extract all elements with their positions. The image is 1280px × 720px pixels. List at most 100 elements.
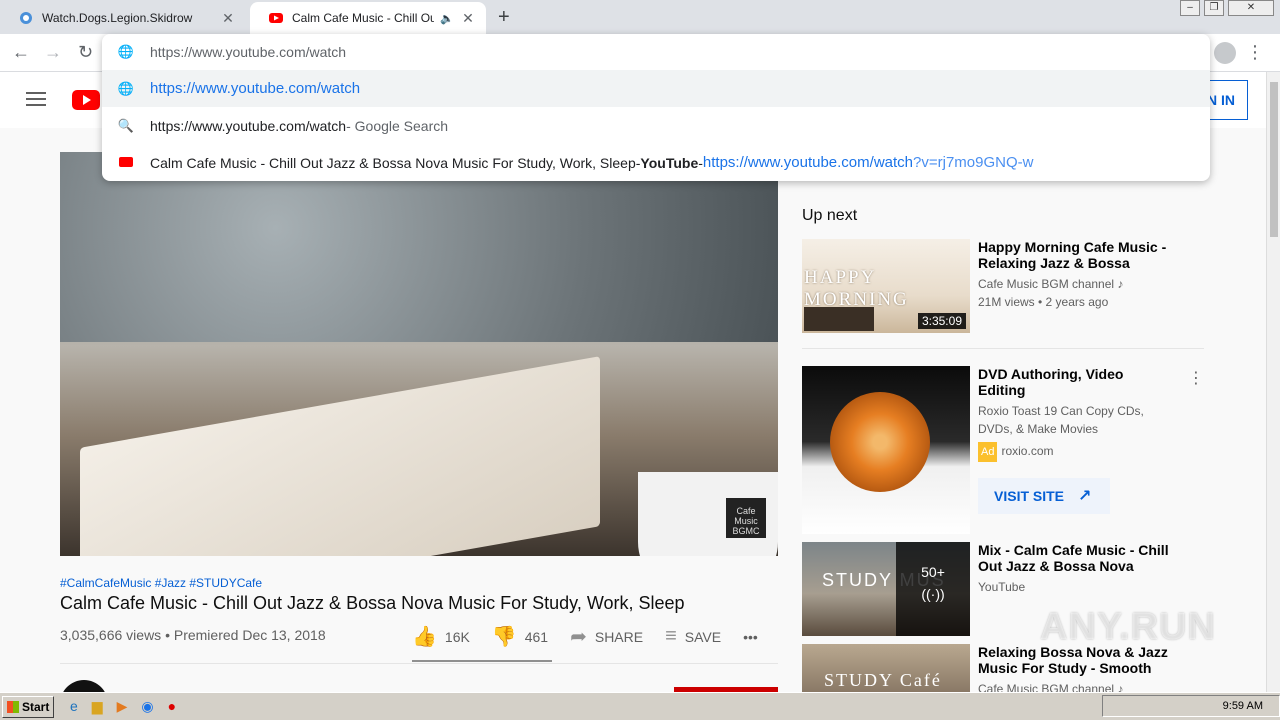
- recommendation-item[interactable]: HAPPY MORNING 3:35:09 Happy Morning Cafe…: [802, 239, 1174, 333]
- forward-button[interactable]: →: [44, 42, 62, 63]
- share-icon: ➦: [570, 626, 587, 648]
- suggestion-url-tail: ?v=rj7mo9GNQ-w: [913, 154, 1034, 171]
- suggestion-url: https://www.youtube.com/watch: [702, 154, 914, 171]
- chrome-icon[interactable]: ◉: [141, 698, 153, 715]
- ad-thumbnail[interactable]: [802, 366, 970, 534]
- ad-item[interactable]: DVD Authoring, Video Editing Roxio Toast…: [802, 366, 1174, 534]
- new-tab-button[interactable]: +: [498, 6, 510, 29]
- playlist-add-icon: ≡: [665, 625, 677, 647]
- suggestion-text: Calm Cafe Music - Chill Out Jazz & Bossa…: [150, 154, 636, 171]
- windows-logo-icon: [7, 700, 19, 713]
- quick-launch: e ▆ ▶ ◉ ●: [70, 698, 176, 715]
- search-icon: 🔍: [117, 117, 135, 133]
- stop-icon[interactable]: ●: [168, 698, 176, 715]
- more-icon: •••: [743, 628, 758, 645]
- ad-description: Roxio Toast 19 Can Copy CDs, DVDs, & Mak…: [978, 404, 1144, 436]
- suggestion-site: YouTube: [640, 154, 699, 171]
- save-button[interactable]: ≡ SAVE: [665, 625, 721, 648]
- folder-icon[interactable]: ▆: [92, 698, 103, 715]
- back-button[interactable]: ←: [12, 42, 30, 63]
- video-hashtags[interactable]: #CalmCafeMusic #Jazz #STUDYCafe: [60, 576, 262, 590]
- share-button[interactable]: ➦ SHARE: [570, 624, 643, 649]
- more-actions-button[interactable]: •••: [743, 629, 758, 645]
- like-count: 16K: [444, 628, 470, 645]
- ie-icon[interactable]: e: [70, 698, 78, 715]
- save-label: SAVE: [684, 628, 722, 645]
- video-actions: 👍 16K 👎 461 ➦ SHARE ≡ SAVE •••: [412, 624, 780, 649]
- suggestion-search[interactable]: 🔍 https://www.youtube.com/watch - Google…: [102, 107, 1210, 144]
- start-label: Start: [22, 699, 50, 714]
- recommendation-info: Happy Morning Cafe Music - Relaxing Jazz…: [978, 239, 1174, 333]
- thumbnail-text: STUDY Café: [824, 670, 942, 690]
- start-button[interactable]: Start: [2, 695, 54, 718]
- recommendation-channel[interactable]: YouTube: [978, 578, 1174, 596]
- recommendation-title[interactable]: Happy Morning Cafe Music - Relaxing Jazz…: [978, 239, 1174, 271]
- channel-watermark[interactable]: Cafe Music BGMC: [726, 498, 766, 538]
- thumbs-down-icon: 👎: [491, 626, 517, 648]
- ad-info: DVD Authoring, Video Editing Roxio Toast…: [978, 366, 1174, 534]
- video-thumbnail[interactable]: STUDY MUS 50+ ((·)): [802, 542, 970, 636]
- suggestion-text: https://www.youtube.com/watch: [150, 117, 347, 134]
- recommendation-title[interactable]: Mix - Calm Cafe Music - Chill Out Jazz &…: [978, 542, 1174, 574]
- dislike-button[interactable]: 👎 461: [492, 624, 548, 649]
- omnibox-text[interactable]: https://www.youtube.com/watch: [150, 44, 346, 60]
- tab-close-icon[interactable]: ✕: [220, 10, 236, 27]
- tab-calm-cafe[interactable]: Calm Cafe Music - Chill Out Jazz 🔈 ✕: [250, 2, 486, 34]
- divider: [60, 663, 778, 664]
- more-options-icon[interactable]: ⋮: [1188, 368, 1204, 388]
- chrome-menu-button[interactable]: ⋮: [1246, 42, 1264, 63]
- tab-strip: Watch.Dogs.Legion.Skidrow ✕ Calm Cafe Mu…: [0, 0, 1280, 34]
- thumbnail-text: HAPPY MORNING: [804, 267, 909, 310]
- suggestion-text: https://www.youtube.com/watch: [150, 80, 361, 97]
- video-title: Calm Cafe Music - Chill Out Jazz & Bossa…: [60, 593, 685, 613]
- visit-site-label: VISIT SITE: [994, 488, 1065, 504]
- omnibox-input[interactable]: 🌐 https://www.youtube.com/watch: [102, 34, 1210, 70]
- tab-close-icon[interactable]: ✕: [460, 10, 476, 27]
- page-scrollbar[interactable]: [1266, 72, 1280, 692]
- like-button[interactable]: 👍 16K: [412, 624, 470, 649]
- blue-dot-icon: [20, 12, 32, 24]
- globe-icon: 🌐: [117, 80, 135, 96]
- minimize-button[interactable]: –: [1180, 0, 1200, 16]
- duration-badge: 3:35:09: [917, 313, 966, 329]
- video-thumbnail[interactable]: STUDY Café: [802, 644, 970, 692]
- tab-title: Watch.Dogs.Legion.Skidrow: [42, 11, 193, 25]
- video-meta: 3,035,666 views • Premiered Dec 13, 2018: [60, 627, 326, 643]
- like-ratio-bar: [412, 660, 552, 662]
- visit-site-button[interactable]: VISIT SITE ↗: [978, 478, 1110, 514]
- ad-title[interactable]: DVD Authoring, Video Editing: [978, 366, 1174, 398]
- system-tray: 9:59 AM: [1102, 695, 1280, 717]
- mix-overlay: 50+ ((·)): [896, 542, 970, 636]
- recommendation-channel[interactable]: Cafe Music BGM channel ♪: [978, 275, 1174, 293]
- omnibox-dropdown: 🌐 https://www.youtube.com/watch 🌐 https:…: [102, 34, 1210, 181]
- mix-count: 50+: [921, 564, 945, 580]
- dislike-count: 461: [524, 628, 549, 645]
- profile-avatar[interactable]: [1214, 42, 1236, 64]
- youtube-logo[interactable]: [72, 90, 100, 110]
- suggestion-history[interactable]: Calm Cafe Music - Chill Out Jazz & Bossa…: [102, 144, 1210, 181]
- media-player-icon[interactable]: ▶: [117, 698, 128, 715]
- clock[interactable]: 9:59 AM: [1223, 700, 1263, 712]
- hamburger-menu-icon[interactable]: [26, 92, 46, 110]
- recommendation-item[interactable]: STUDY Café Relaxing Bossa Nova & Jazz Mu…: [802, 644, 1174, 698]
- youtube-icon: [102, 155, 150, 170]
- radio-icon: ((·)): [921, 586, 945, 602]
- bgm-logo: [804, 307, 874, 331]
- video-thumbnail[interactable]: HAPPY MORNING 3:35:09: [802, 239, 970, 333]
- youtube-icon: [269, 13, 283, 23]
- suggestion-url[interactable]: 🌐 https://www.youtube.com/watch: [102, 70, 1210, 107]
- speaker-icon[interactable]: 🔈: [440, 12, 454, 25]
- tab-title: Calm Cafe Music - Chill Out Jazz: [292, 11, 435, 25]
- restore-button[interactable]: ❐: [1204, 0, 1224, 16]
- anyrun-watermark: ANY.RUN: [1040, 606, 1216, 648]
- disc-image: [830, 392, 930, 492]
- globe-icon: 🌐: [117, 44, 135, 59]
- recommendation-info: Relaxing Bossa Nova & Jazz Music For Stu…: [978, 644, 1174, 698]
- tab-watch-dogs[interactable]: Watch.Dogs.Legion.Skidrow ✕: [0, 2, 246, 34]
- windows-taskbar: Start e ▆ ▶ ◉ ● 9:59 AM: [0, 692, 1280, 720]
- reload-button[interactable]: ↻: [78, 42, 93, 63]
- close-button[interactable]: ✕: [1228, 0, 1274, 16]
- scroll-thumb[interactable]: [1270, 82, 1278, 237]
- thumbs-up-icon: 👍: [412, 626, 437, 648]
- video-player[interactable]: Cafe Music BGMC: [60, 152, 778, 556]
